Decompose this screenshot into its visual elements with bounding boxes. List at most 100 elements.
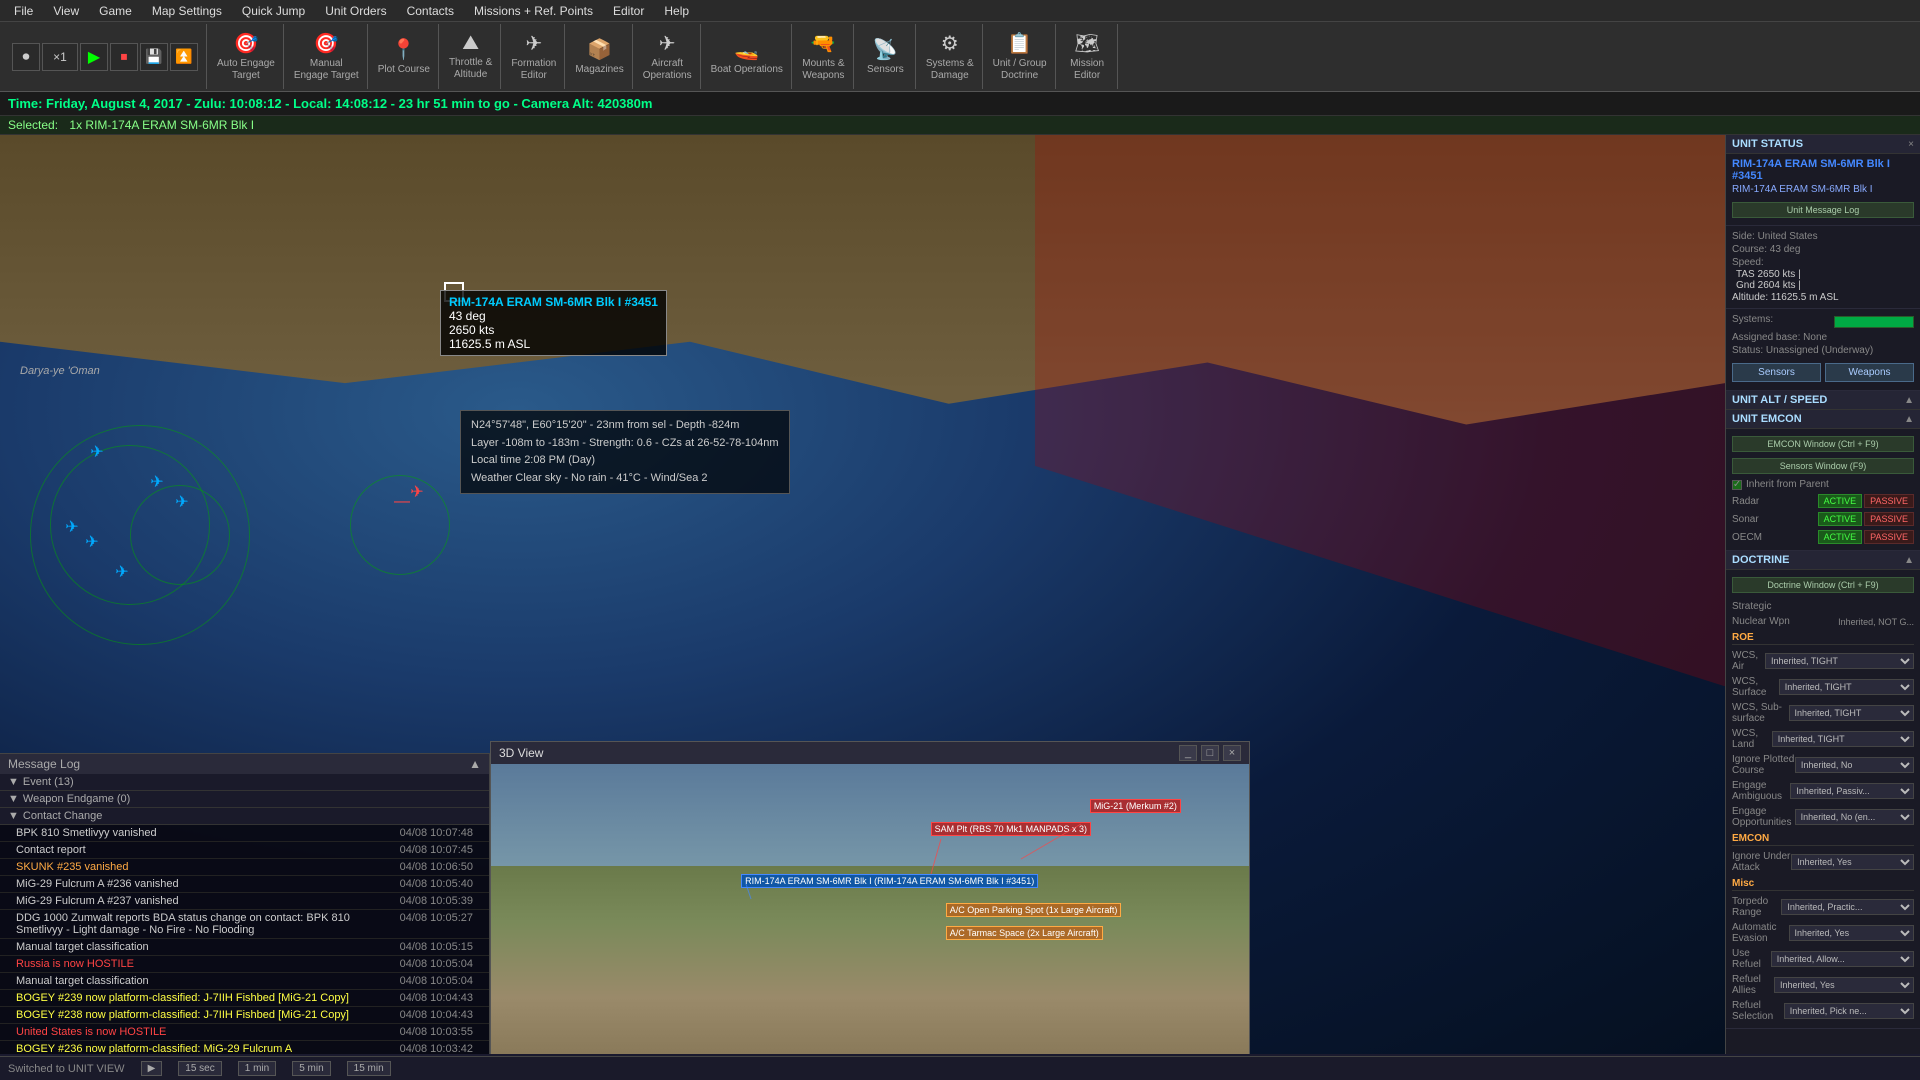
view3d-label-sam[interactable]: SAM Plt (RBS 70 Mk1 MANPADS x 3) <box>931 822 1091 836</box>
msg-item-0[interactable]: BPK 810 Smetlivyy vanished 04/08 10:07:4… <box>0 825 489 842</box>
auto-engage-btn[interactable]: 🎯 Auto EngageTarget <box>209 24 284 89</box>
wcs-land-select[interactable]: Inherited, TIGHT <box>1772 731 1914 747</box>
msg-item-4[interactable]: MiG-29 Fulcrum A #237 vanished 04/08 10:… <box>0 893 489 910</box>
speed-btn[interactable]: ×1 <box>42 43 78 71</box>
enemy-unit-2[interactable]: — <box>395 495 409 509</box>
menu-map-settings[interactable]: Map Settings <box>142 4 232 18</box>
interval-15min[interactable]: 15 min <box>347 1061 391 1076</box>
view3d-label-mig21[interactable]: MiG-21 (Merkum #2) <box>1090 799 1181 813</box>
oecm-passive-btn[interactable]: PASSIVE <box>1864 530 1914 544</box>
fast-btn[interactable]: ⏫ <box>170 43 198 71</box>
systems-damage-btn[interactable]: ⚙ Systems &Damage <box>918 24 983 89</box>
sonar-active-btn[interactable]: ACTIVE <box>1818 512 1863 526</box>
unit-sub-name[interactable]: RIM-174A ERAM SM-6MR Blk I <box>1732 184 1914 195</box>
msg-item-5[interactable]: DDG 1000 Zumwalt reports BDA status chan… <box>0 910 489 939</box>
plot-course-btn[interactable]: 📍 Plot Course <box>370 24 439 89</box>
oecm-active-btn[interactable]: ACTIVE <box>1818 530 1863 544</box>
auto-evasion-select[interactable]: Inherited, Yes <box>1789 925 1914 941</box>
boat-ops-btn[interactable]: 🚤 Boat Operations <box>703 24 792 89</box>
unit-doctrine-btn[interactable]: 📋 Unit / GroupDoctrine <box>985 24 1056 89</box>
msg-item-7[interactable]: Russia is now HOSTILE 04/08 10:05:04 <box>0 956 489 973</box>
play-status-btn[interactable]: ▶ <box>141 1061 163 1076</box>
msg-item-6[interactable]: Manual target classification 04/08 10:05… <box>0 939 489 956</box>
unit-marker-3[interactable]: ✈ <box>175 495 189 509</box>
menu-help[interactable]: Help <box>654 4 699 18</box>
magazines-btn[interactable]: 📦 Magazines <box>567 24 632 89</box>
view3d-label-tarmac[interactable]: A/C Tarmac Space (2x Large Aircraft) <box>946 926 1103 940</box>
save-btn[interactable]: 💾 <box>140 43 168 71</box>
refuel-allies-select[interactable]: Inherited, Yes <box>1774 977 1914 993</box>
menu-editor[interactable]: Editor <box>603 4 654 18</box>
wcs-surface-select[interactable]: Inherited, TIGHT <box>1779 679 1914 695</box>
msg-item-9[interactable]: BOGEY #239 now platform-classified: J-7I… <box>0 990 489 1007</box>
ignore-under-attack-select[interactable]: Inherited, Yes <box>1791 854 1914 870</box>
msglog-collapse-icon[interactable]: ▲ <box>469 757 481 771</box>
emcon-window-btn[interactable]: EMCON Window (Ctrl + F9) <box>1732 436 1914 452</box>
menu-game[interactable]: Game <box>89 4 142 18</box>
unit-marker-2[interactable]: ✈ <box>150 475 164 489</box>
unit-marker-4[interactable]: ✈ <box>65 520 79 534</box>
throttle-btn[interactable]: ⛰ Throttle &Altitude <box>441 24 501 89</box>
manual-engage-btn[interactable]: 🎯 ManualEngage Target <box>286 24 368 89</box>
record-btn[interactable]: ⏺ <box>12 43 40 71</box>
sonar-passive-btn[interactable]: PASSIVE <box>1864 512 1914 526</box>
msg-item-11[interactable]: United States is now HOSTILE 04/08 10:03… <box>0 1024 489 1041</box>
map-area[interactable]: Darya-ye 'Oman ✈ ✈ ✈ ✈ ✈ ✈ ✈ — RIM-174A … <box>0 135 1725 1054</box>
menu-missions[interactable]: Missions + Ref. Points <box>464 4 603 18</box>
menu-view[interactable]: View <box>43 4 89 18</box>
unit-marker-1[interactable]: ✈ <box>90 445 104 459</box>
aircraft-ops-btn[interactable]: ✈ AircraftOperations <box>635 24 701 89</box>
doctrine-header[interactable]: DOCTRINE ▲ <box>1726 551 1920 570</box>
stop-btn[interactable]: ⏹ <box>110 43 138 71</box>
radar-active-btn[interactable]: ACTIVE <box>1818 494 1863 508</box>
unit-name[interactable]: RIM-174A ERAM SM-6MR Blk I #3451 <box>1732 158 1914 182</box>
msglog-content[interactable]: ▼ Event (13) ▼ Weapon Endgame (0) ▼ Cont… <box>0 774 489 1054</box>
msg-item-3[interactable]: MiG-29 Fulcrum A #236 vanished 04/08 10:… <box>0 876 489 893</box>
weapons-panel-btn[interactable]: Weapons <box>1825 363 1914 382</box>
unit-marker-6[interactable]: ✈ <box>115 565 129 579</box>
unit-status-collapse[interactable]: × <box>1908 139 1914 150</box>
msg-section-contact[interactable]: ▼ Contact Change <box>0 808 489 825</box>
enemy-unit-1[interactable]: ✈ <box>410 485 424 499</box>
unit-alt-speed-header[interactable]: UNIT ALT / SPEED ▲ <box>1726 391 1920 410</box>
menu-unit-orders[interactable]: Unit Orders <box>315 4 396 18</box>
msg-item-8[interactable]: Manual target classification 04/08 10:05… <box>0 973 489 990</box>
msg-item-12[interactable]: BOGEY #236 now platform-classified: MiG-… <box>0 1041 489 1054</box>
view3d-canvas[interactable]: MiG-21 (Merkum #2) SAM Plt (RBS 70 Mk1 M… <box>491 764 1249 1054</box>
interval-15sec[interactable]: 15 sec <box>178 1061 221 1076</box>
sensors-window-btn[interactable]: Sensors Window (F9) <box>1732 458 1914 474</box>
refuel-selection-select[interactable]: Inherited, Pick ne... <box>1784 1003 1914 1019</box>
doctrine-window-btn[interactable]: Doctrine Window (Ctrl + F9) <box>1732 577 1914 593</box>
ignore-plotted-select[interactable]: Inherited, No <box>1795 757 1914 773</box>
sensors-panel-btn[interactable]: Sensors <box>1732 363 1821 382</box>
view3d-maximize-btn[interactable]: □ <box>1201 745 1219 761</box>
msg-section-weapon[interactable]: ▼ Weapon Endgame (0) <box>0 791 489 808</box>
view3d-label-parking[interactable]: A/C Open Parking Spot (1x Large Aircraft… <box>946 903 1122 917</box>
msg-section-event[interactable]: ▼ Event (13) <box>0 774 489 791</box>
msg-item-10[interactable]: BOGEY #238 now platform-classified: J-7I… <box>0 1007 489 1024</box>
radar-passive-btn[interactable]: PASSIVE <box>1864 494 1914 508</box>
unit-emcon-header[interactable]: UNIT EMCON ▲ <box>1726 410 1920 429</box>
inherit-parent-checkbox[interactable]: ✓ <box>1732 480 1742 490</box>
view3d-label-rim[interactable]: RIM-174A ERAM SM-6MR Blk I (RIM-174A ERA… <box>741 874 1038 888</box>
menu-contacts[interactable]: Contacts <box>397 4 464 18</box>
msg-item-2[interactable]: SKUNK #235 vanished 04/08 10:06:50 <box>0 859 489 876</box>
sensors-btn[interactable]: 📡 Sensors <box>856 24 916 89</box>
menu-file[interactable]: File <box>4 4 43 18</box>
mission-editor-btn[interactable]: 🗺 MissionEditor <box>1058 24 1118 89</box>
play-btn[interactable]: ▶ <box>80 43 108 71</box>
view3d-minimize-btn[interactable]: _ <box>1179 745 1197 761</box>
engage-opps-select[interactable]: Inherited, No (en... <box>1795 809 1914 825</box>
unit-message-log-btn[interactable]: Unit Message Log <box>1732 202 1914 218</box>
engage-ambiguous-select[interactable]: Inherited, Passiv... <box>1790 783 1914 799</box>
menu-quick-jump[interactable]: Quick Jump <box>232 4 315 18</box>
torpedo-range-select[interactable]: Inherited, Practic... <box>1781 899 1914 915</box>
formation-btn[interactable]: ✈ FormationEditor <box>503 24 565 89</box>
mounts-weapons-btn[interactable]: 🔫 Mounts &Weapons <box>794 24 854 89</box>
wcs-subsurface-select[interactable]: Inherited, TIGHT <box>1789 705 1914 721</box>
view3d-close-btn[interactable]: × <box>1223 745 1241 761</box>
interval-1min[interactable]: 1 min <box>238 1061 276 1076</box>
wcs-air-select[interactable]: Inherited, TIGHT <box>1765 653 1914 669</box>
interval-5min[interactable]: 5 min <box>292 1061 330 1076</box>
unit-marker-5[interactable]: ✈ <box>85 535 99 549</box>
